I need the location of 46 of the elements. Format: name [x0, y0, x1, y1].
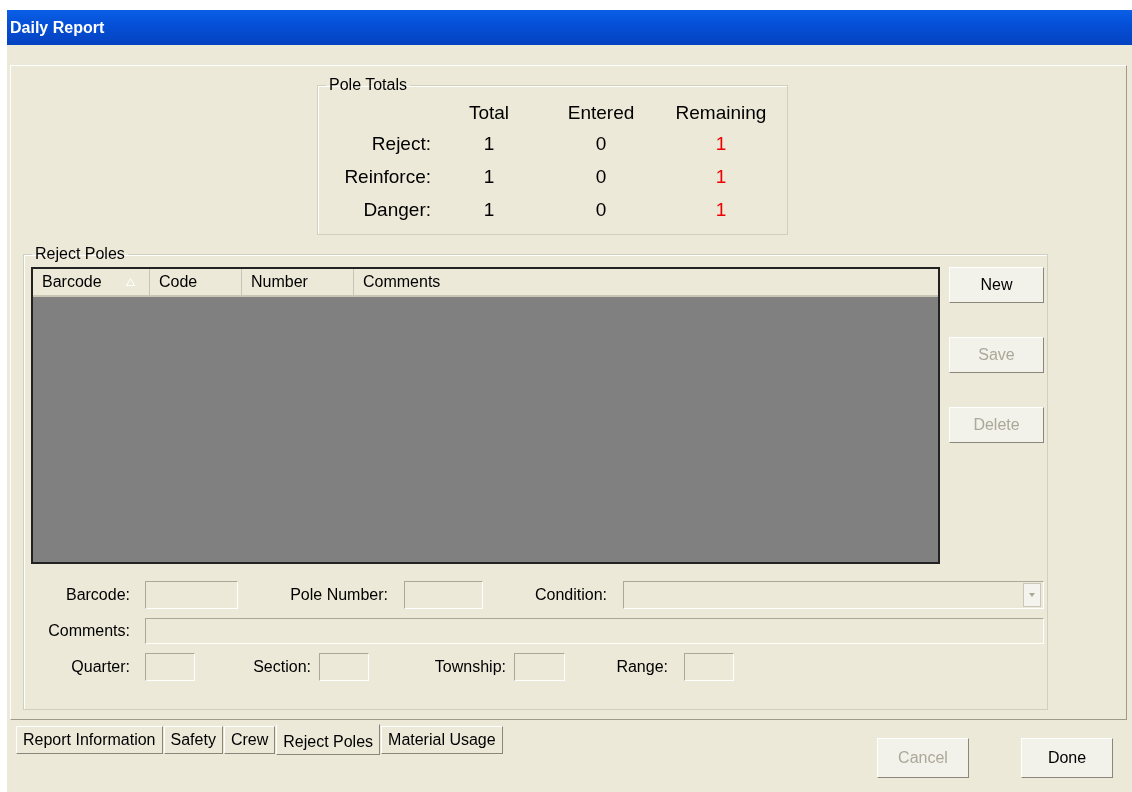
- list-view[interactable]: Barcode Code Number Comments: [31, 267, 940, 564]
- field-label: Range:: [615, 658, 668, 676]
- tab[interactable]: Reject Poles: [276, 724, 381, 755]
- tab[interactable]: Material Usage: [381, 726, 503, 754]
- remaining-value: 1: [714, 198, 728, 221]
- comments-field[interactable]: [145, 618, 1044, 644]
- pole-number-field[interactable]: [404, 581, 483, 609]
- field-label: Condition:: [533, 586, 607, 604]
- column-header[interactable]: Comments: [354, 269, 938, 295]
- field-label: Section:: [252, 658, 311, 676]
- tab[interactable]: Crew: [223, 726, 276, 754]
- range-field[interactable]: [684, 653, 734, 681]
- row-label: Reinforce:: [343, 165, 431, 188]
- field-label: Quarter:: [70, 658, 130, 676]
- remaining-value: 1: [714, 132, 728, 155]
- barcode-field[interactable]: [145, 581, 238, 609]
- field-label: Barcode:: [64, 586, 130, 604]
- quarter-field[interactable]: [145, 653, 195, 681]
- tab[interactable]: Safety: [163, 726, 223, 754]
- dialog-button[interactable]: Done: [1021, 738, 1113, 778]
- column-header[interactable]: Number: [242, 269, 354, 295]
- tab[interactable]: Report Information: [16, 726, 163, 754]
- row-label: Danger:: [362, 198, 431, 221]
- section-field[interactable]: [319, 653, 369, 681]
- condition-dropdown[interactable]: [623, 581, 1044, 609]
- column-heading: Entered: [566, 101, 636, 124]
- column-heading: Total: [467, 101, 511, 124]
- column-heading: Remaining: [674, 101, 768, 124]
- remaining-value: 1: [714, 165, 728, 188]
- column-header[interactable]: Code: [150, 269, 242, 295]
- entered-value: 0: [594, 132, 608, 155]
- window-title: Daily Report: [10, 18, 105, 37]
- action-button[interactable]: New: [949, 267, 1044, 303]
- field-label: Township:: [433, 658, 506, 676]
- field-label: Comments:: [47, 622, 130, 640]
- group-title: Pole Totals: [328, 76, 408, 94]
- entered-value: 0: [594, 198, 608, 221]
- group-title: Reject Poles: [34, 245, 126, 263]
- total-value: 1: [482, 198, 496, 221]
- column-header[interactable]: Barcode: [33, 269, 150, 295]
- row-label: Reject:: [370, 132, 431, 155]
- township-field[interactable]: [514, 653, 565, 681]
- entered-value: 0: [594, 165, 608, 188]
- field-label: Pole Number:: [289, 586, 388, 604]
- total-value: 1: [482, 132, 496, 155]
- total-value: 1: [482, 165, 496, 188]
